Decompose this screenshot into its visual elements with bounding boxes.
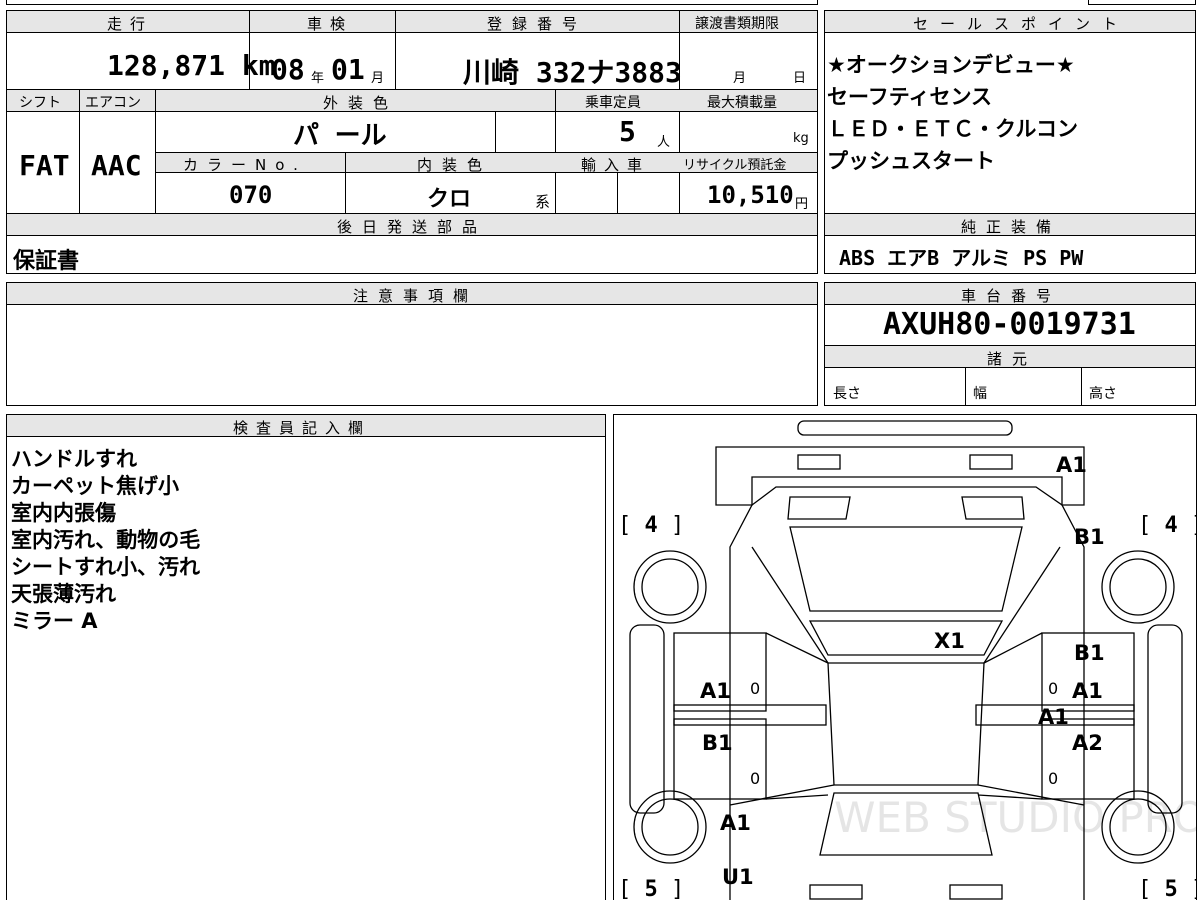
recycle-label: リサイクル預託金: [683, 158, 787, 173]
inspector-note-line: 天張薄汚れ: [11, 582, 116, 606]
exterior-color-value: パ ール: [293, 121, 387, 151]
registration-number: 川崎 332ナ3883: [463, 56, 682, 89]
shaken-month: 01: [331, 53, 365, 86]
tire-rear-left-bracket: [ 5 ]: [618, 877, 685, 900]
recycle-value: 10,510: [707, 181, 794, 209]
width-label: 幅: [973, 386, 987, 402]
inspector-note-line: 室内内張傷: [11, 501, 116, 525]
interior-color-value: クロ: [427, 187, 472, 212]
genuine-equipment-header-text: 純正装備: [961, 218, 1062, 236]
notes-header-text: 注意事項欄: [353, 287, 479, 305]
inspector-box: 検査員記入欄 ハンドルすれ カーペット焦げ小 室内内張傷 室内汚れ、動物の毛 シ…: [6, 414, 606, 900]
chassis-box: 車台番号 AXUH80-0019731 諸元 長さ 幅 高さ: [824, 282, 1196, 406]
later-parts-value: 保証書: [13, 249, 80, 274]
sales-point-line: ★オークションデビュー★: [827, 53, 1075, 77]
shaken-label: 車検: [307, 15, 354, 33]
sales-point-line: プッシュスタート: [827, 149, 995, 173]
color-no-label: カラーNo.: [183, 156, 307, 174]
length-label: 長さ: [833, 386, 861, 402]
tire-front-right-bracket: [ 4 ]: [1138, 513, 1196, 538]
doc-deadline-label: 譲渡書類期限: [695, 16, 779, 32]
height-label: 高さ: [1089, 386, 1117, 402]
mileage-label: 走行: [107, 15, 154, 33]
chassis-header-text: 車台番号: [961, 287, 1062, 305]
watermark: WEB STUDIO PRO: [834, 793, 1197, 842]
shift-value: FAT: [19, 149, 70, 182]
inspector-note-line: 室内汚れ、動物の毛: [11, 528, 201, 552]
shaken-year: 08: [271, 53, 305, 86]
dims-header-text: 諸元: [987, 350, 1038, 368]
mark-hood: X1: [934, 629, 965, 653]
mark-rear-left-fender: A1: [720, 811, 751, 835]
later-parts-header-text: 後日発送部品: [337, 218, 488, 236]
capacity-unit: 人: [657, 135, 671, 150]
mark-rear-left-quarter: U1: [722, 865, 754, 889]
shaken-year-unit: 年: [311, 71, 325, 86]
door-zero-marker: 0: [1048, 769, 1059, 788]
inspector-header-text: 検査員記入欄: [233, 419, 372, 437]
doc-day-unit: 日: [793, 71, 807, 86]
sales-points-box: セールスポイント ★オークションデビュー★ セーフティセンス ＬＥＤ・ＥＴＣ・ク…: [824, 10, 1196, 274]
genuine-equipment-value: ABS エアB アルミ PS PW: [839, 246, 1084, 270]
inspector-note-line: カーペット焦げ小: [11, 474, 179, 498]
import-label: 輸入車: [581, 156, 651, 174]
door-zero-marker: 0: [750, 679, 761, 698]
chassis-number: AXUH80-0019731: [883, 307, 1136, 342]
sales-point-line: セーフティセンス: [827, 85, 993, 109]
interior-suffix: 系: [535, 193, 551, 211]
mark-rear-left-door: B1: [702, 731, 733, 755]
door-zero-marker: 0: [750, 769, 761, 788]
sales-point-line: ＬＥＤ・ＥＴＣ・クルコン: [827, 117, 1078, 141]
inspector-note-line: シートすれ小、汚れ: [11, 555, 200, 579]
summary-table: 走行 車検 登録番号 譲渡書類期限 128,871 km 08 年 01 月 川…: [6, 10, 818, 274]
interior-color-label: 内装色: [417, 156, 493, 174]
notes-box: 注意事項欄: [6, 282, 818, 406]
color-no-value: 070: [229, 181, 273, 209]
inspector-note-line: ハンドルすれ: [11, 447, 137, 471]
max-load-unit: kg: [793, 131, 809, 146]
mark-front-right-door: A1: [1072, 679, 1103, 703]
tire-front-left-bracket: [ 4 ]: [618, 513, 685, 538]
aircon-label: エアコン: [85, 95, 141, 111]
top-cut-strip: [6, 0, 818, 5]
max-load-label: 最大積載量: [707, 95, 777, 111]
recycle-unit: 円: [795, 197, 809, 212]
mark-front-right-door-top: B1: [1074, 641, 1105, 665]
mark-front-right-fender: B1: [1074, 525, 1105, 549]
reg-label: 登録番号: [487, 15, 588, 33]
mileage-value: 128,871 km: [107, 49, 276, 82]
mark-front-left-door: A1: [700, 679, 731, 703]
top-cut-strip-right: [1088, 0, 1196, 5]
inspector-note-line: ミラー A: [11, 609, 98, 633]
tire-rear-right-bracket: [ 5 ]: [1138, 877, 1196, 900]
shift-label: シフト: [19, 95, 61, 111]
vehicle-diagram-box: WEB STUDIO PRO 0 0 0 0 [ 4 ] [ 4 ] [ 5 ]…: [613, 414, 1197, 900]
mark-right-pillar: A1: [1038, 705, 1069, 729]
door-zero-marker: 0: [1048, 679, 1059, 698]
exterior-color-label: 外装色: [323, 94, 399, 112]
aircon-value: AAC: [91, 149, 142, 182]
shaken-month-unit: 月: [371, 71, 385, 86]
sales-points-header-text: セールスポイント: [913, 15, 1130, 33]
mark-rear-right-door: A2: [1072, 731, 1103, 755]
mark-front-bumper: A1: [1056, 453, 1087, 477]
doc-month-unit: 月: [733, 71, 747, 86]
capacity-label: 乗車定員: [585, 95, 641, 111]
capacity-value: 5: [619, 115, 636, 148]
